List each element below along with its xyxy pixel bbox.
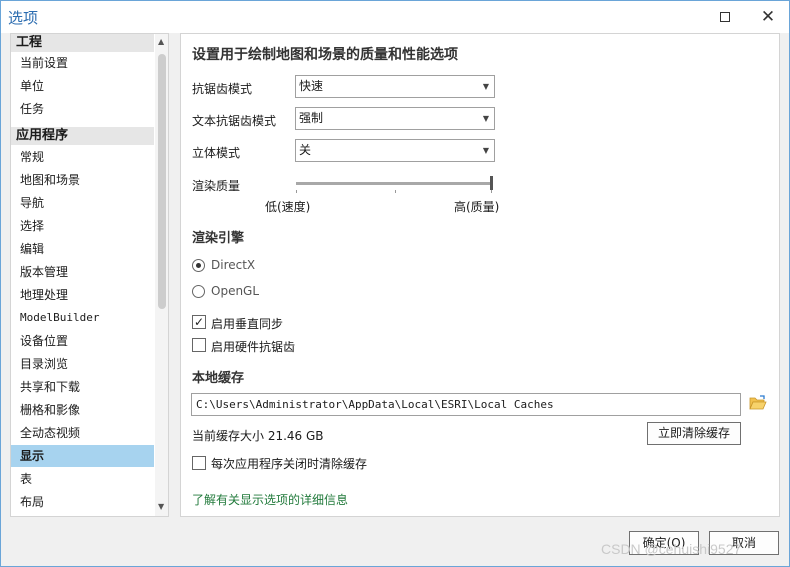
nav-item-modelbuilder[interactable]: ModelBuilder bbox=[11, 307, 154, 329]
nav-item-layout[interactable]: 布局 bbox=[11, 491, 154, 513]
local-cache-heading: 本地缓存 bbox=[192, 371, 245, 386]
slider-tick bbox=[491, 190, 492, 193]
opengl-label: OpenGL bbox=[211, 284, 260, 298]
render-quality-slider-thumb[interactable] bbox=[490, 176, 493, 190]
nav-scrollbar[interactable]: ▲ ▼ bbox=[155, 34, 168, 516]
render-quality-label: 渲染质量 bbox=[192, 179, 241, 193]
hw-antialias-checkbox[interactable] bbox=[192, 338, 206, 352]
antialias-value: 快速 bbox=[299, 79, 324, 93]
close-icon: ✕ bbox=[760, 6, 776, 27]
render-quality-slider[interactable] bbox=[296, 182, 492, 185]
quality-high-label: 高(质量) bbox=[454, 200, 500, 214]
chevron-down-icon: ▼ bbox=[482, 82, 489, 91]
nav-item-navigation[interactable]: 导航 bbox=[11, 192, 154, 214]
nav-item-catalog-browse[interactable]: 目录浏览 bbox=[11, 353, 154, 375]
clear-on-close-label: 每次应用程序关闭时清除缓存 bbox=[211, 457, 368, 471]
stereo-select[interactable]: 关 ▼ bbox=[295, 139, 495, 162]
clear-on-close-checkbox[interactable] bbox=[192, 456, 206, 470]
chevron-down-icon: ▼ bbox=[482, 114, 489, 123]
options-dialog: 选项 ✕ 工程 当前设置 单位 任务 应用程序 常规 地图和场景 导航 选择 编… bbox=[0, 0, 790, 567]
scroll-thumb[interactable] bbox=[158, 54, 166, 309]
stereo-value: 关 bbox=[299, 143, 312, 157]
maximize-icon bbox=[720, 12, 730, 22]
text-antialias-value: 强制 bbox=[299, 111, 324, 125]
nav-item-versioning[interactable]: 版本管理 bbox=[11, 261, 154, 283]
nav-group-application: 应用程序 bbox=[11, 127, 154, 145]
directx-radio[interactable] bbox=[192, 259, 205, 272]
clear-cache-button[interactable]: 立即清除缓存 bbox=[647, 422, 741, 445]
nav-item-table[interactable]: 表 bbox=[11, 468, 154, 490]
nav-item-share-download[interactable]: 共享和下载 bbox=[11, 376, 154, 398]
slider-tick bbox=[296, 190, 297, 193]
nav-item-current-settings[interactable]: 当前设置 bbox=[11, 52, 154, 74]
text-antialias-select[interactable]: 强制 ▼ bbox=[295, 107, 495, 130]
chevron-down-icon: ▼ bbox=[482, 146, 489, 155]
nav-item-device-location[interactable]: 设备位置 bbox=[11, 330, 154, 352]
watermark: CSDN @cehuishi9527 bbox=[601, 541, 742, 557]
nav-item-units[interactable]: 单位 bbox=[11, 75, 154, 97]
scroll-down-icon[interactable]: ▼ bbox=[158, 502, 164, 511]
nav-item-selection[interactable]: 选择 bbox=[11, 215, 154, 237]
text-antialias-label: 文本抗锯齿模式 bbox=[192, 114, 277, 128]
title-bar: 选项 ✕ bbox=[1, 1, 789, 33]
opengl-radio[interactable] bbox=[192, 285, 205, 298]
nav-group-project: 工程 bbox=[11, 34, 154, 52]
nav-item-tasks[interactable]: 任务 bbox=[11, 98, 154, 120]
render-engine-heading: 渲染引擎 bbox=[192, 231, 245, 246]
directx-label: DirectX bbox=[211, 258, 256, 272]
quality-low-label: 低(速度) bbox=[265, 200, 311, 214]
stereo-label: 立体模式 bbox=[192, 146, 241, 160]
window-title: 选项 bbox=[8, 9, 39, 27]
nav-item-raster-imagery[interactable]: 栅格和影像 bbox=[11, 399, 154, 421]
options-nav: 工程 当前设置 单位 任务 应用程序 常规 地图和场景 导航 选择 编辑 版本管… bbox=[10, 33, 169, 517]
hw-antialias-label: 启用硬件抗锯齿 bbox=[211, 340, 296, 354]
antialias-select[interactable]: 快速 ▼ bbox=[295, 75, 495, 98]
antialias-label: 抗锯齿模式 bbox=[192, 82, 253, 96]
nav-item-geoprocessing[interactable]: 地理处理 bbox=[11, 284, 154, 306]
nav-item-display[interactable]: 显示 bbox=[11, 445, 154, 467]
maximize-button[interactable] bbox=[715, 7, 735, 27]
scroll-up-icon[interactable]: ▲ bbox=[158, 37, 164, 46]
close-button[interactable]: ✕ bbox=[758, 7, 778, 27]
learn-more-link[interactable]: 了解有关显示选项的详细信息 bbox=[192, 491, 348, 508]
checkmark-icon: ✓ bbox=[193, 315, 205, 329]
nav-item-map-and-scene[interactable]: 地图和场景 bbox=[11, 169, 154, 191]
display-options-panel: 设置用于绘制地图和场景的质量和性能选项 抗锯齿模式 快速 ▼ 文本抗锯齿模式 强… bbox=[180, 33, 780, 517]
nav-item-general[interactable]: 常规 bbox=[11, 146, 154, 168]
vsync-checkbox[interactable]: ✓ bbox=[192, 315, 206, 329]
nav-item-editing[interactable]: 编辑 bbox=[11, 238, 154, 260]
panel-heading: 设置用于绘制地图和场景的质量和性能选项 bbox=[192, 47, 458, 63]
cache-size-text: 当前缓存大小 21.46 GB bbox=[192, 429, 324, 443]
nav-item-full-motion-video[interactable]: 全动态视频 bbox=[11, 422, 154, 444]
folder-open-icon[interactable] bbox=[749, 395, 767, 411]
cache-path-field[interactable]: C:\Users\Administrator\AppData\Local\ESR… bbox=[191, 393, 741, 416]
vsync-label: 启用垂直同步 bbox=[211, 317, 284, 331]
slider-tick bbox=[395, 190, 396, 193]
